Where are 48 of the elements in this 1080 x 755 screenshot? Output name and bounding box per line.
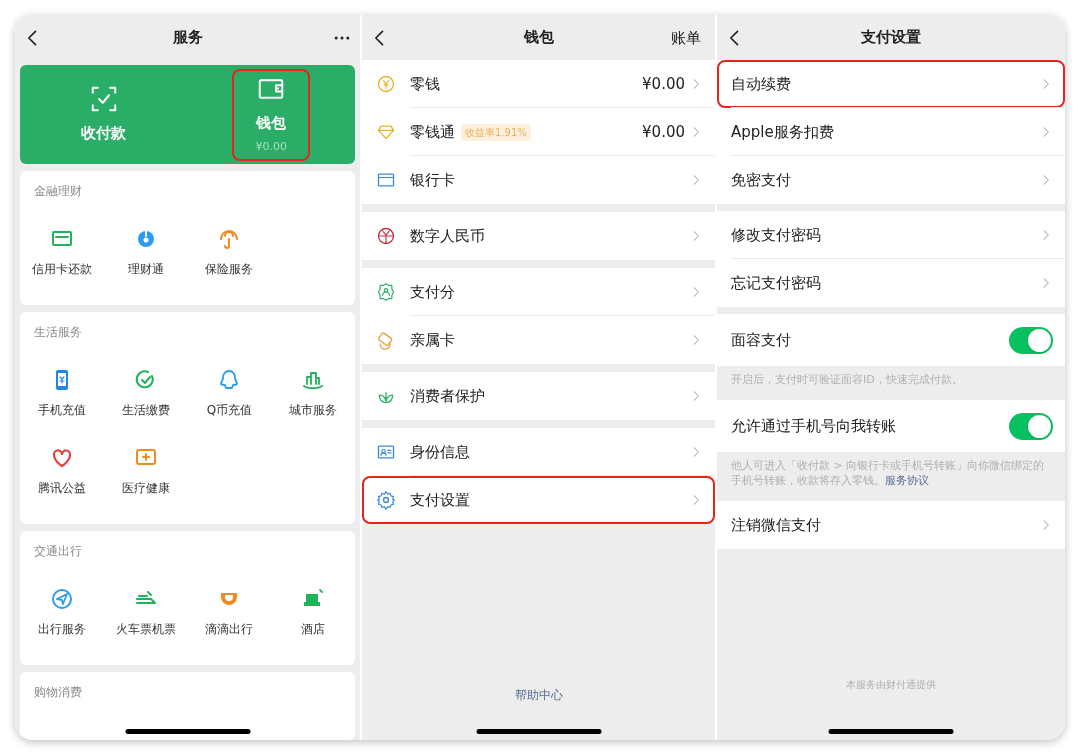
badge-person-icon <box>376 282 396 302</box>
toggle-switch[interactable] <box>1009 326 1053 354</box>
yield-badge: 收益率1.91% <box>461 123 531 141</box>
settings-row[interactable]: 免密支付 <box>717 156 1065 204</box>
section-title: 生活服务 <box>33 324 83 340</box>
navigation-icon <box>49 587 74 611</box>
service-item[interactable]: 生活缴费 <box>103 368 188 418</box>
toggle-switch[interactable] <box>1009 412 1053 440</box>
wallet-row[interactable]: 数字人民币 <box>362 212 715 260</box>
settings-row[interactable]: 自动续费 <box>717 60 1065 108</box>
service-item[interactable]: 城市服务 <box>271 368 355 418</box>
service-item[interactable]: 理财通 <box>103 227 188 277</box>
coin-icon <box>376 74 396 94</box>
service-item[interactable]: 滴滴出行 <box>187 587 272 637</box>
settings-icon <box>376 490 396 510</box>
section-title: 交通出行 <box>33 543 83 559</box>
wallet-row[interactable]: 消费者保护 <box>362 372 715 420</box>
service-item[interactable]: 手机充值 <box>20 368 104 418</box>
bills-button[interactable]: 账单 <box>671 27 701 50</box>
section-title: 购物消费 <box>33 684 83 700</box>
settings-row[interactable]: 注销微信支付 <box>717 501 1065 549</box>
service-item[interactable]: 医疗健康 <box>103 446 188 496</box>
service-item[interactable]: 腾讯公益 <box>20 446 104 496</box>
screen-title: 支付设置 <box>861 27 921 49</box>
wallet-row[interactable]: 亲属卡 <box>362 316 715 364</box>
service-item[interactable]: 酒店 <box>271 587 355 637</box>
settings-row[interactable]: 忘记支付密码 <box>717 259 1065 307</box>
wallet-row[interactable]: 支付分 <box>362 268 715 316</box>
settings-row[interactable]: 允许通过手机号向我转账 <box>717 400 1065 452</box>
service-item[interactable]: 保险服务 <box>187 227 272 277</box>
wallet-row[interactable]: 支付设置 <box>362 476 715 524</box>
service-item[interactable]: 信用卡还款 <box>20 227 104 277</box>
wallet-row[interactable]: 零钱通 收益率1.91% ¥0.00 <box>362 108 715 156</box>
wallet-row[interactable]: 零钱 ¥0.00 <box>362 60 715 108</box>
help-center-link[interactable]: 帮助中心 <box>514 686 563 704</box>
settings-row[interactable]: 修改支付密码 <box>717 211 1065 259</box>
service-item[interactable]: 出行服务 <box>20 587 104 637</box>
settings-row[interactable]: 面容支付 <box>717 314 1065 366</box>
globe-yuan-icon <box>376 226 396 246</box>
wallet-row[interactable]: 银行卡 <box>362 156 715 204</box>
wallet-row[interactable]: 身份信息 <box>362 428 715 476</box>
screen-title: 服务 <box>172 27 203 49</box>
section-title: 金融理财 <box>33 183 83 199</box>
screen-title: 钱包 <box>523 27 554 49</box>
service-agreement-link[interactable]: 服务协议 <box>885 474 929 487</box>
settings-row[interactable]: Apple服务扣费 <box>717 108 1065 156</box>
service-item[interactable]: 火车票机票 <box>103 587 188 637</box>
service-item[interactable]: Q币充值 <box>187 368 272 418</box>
